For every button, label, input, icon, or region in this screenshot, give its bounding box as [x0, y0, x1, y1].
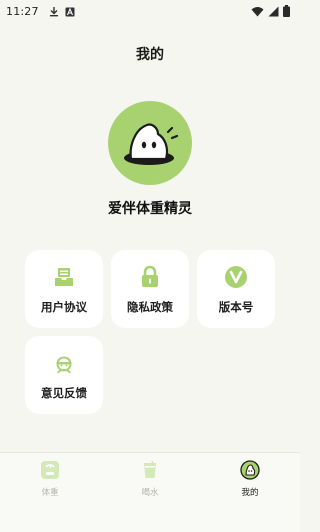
signal-icon	[268, 2, 279, 21]
ghost-mascot-icon	[108, 101, 192, 185]
tab-mine-label: 我的	[241, 488, 259, 498]
battery-icon	[283, 2, 290, 21]
user-agreement-label: 用户协议	[41, 300, 87, 314]
page-title: 我的	[136, 47, 164, 63]
wifi-icon	[251, 2, 264, 21]
version-label: 版本号	[218, 300, 254, 314]
tab-water[interactable]: 喝水	[100, 453, 200, 532]
tab-mine[interactable]: 我的	[200, 453, 300, 532]
version-v-icon	[224, 264, 248, 290]
a-badge-icon	[65, 2, 75, 21]
feedback-card[interactable]: 意见反馈	[25, 336, 103, 414]
bottom-tab-bar: 体重 喝水 我的	[0, 452, 300, 532]
feedback-label: 意见反馈	[41, 386, 87, 400]
tab-weight-label: 体重	[41, 488, 59, 498]
download-icon	[49, 2, 59, 21]
status-time: 11:27	[6, 4, 39, 18]
feedback-person-icon	[52, 350, 76, 376]
version-card[interactable]: 版本号	[197, 250, 275, 328]
profile-icon	[240, 460, 260, 484]
scale-icon	[40, 460, 60, 484]
privacy-policy-label: 隐私政策	[127, 300, 173, 314]
status-bar: 11:27	[0, 0, 300, 22]
water-cup-icon	[140, 460, 160, 484]
user-agreement-card[interactable]: 用户协议	[25, 250, 103, 328]
lock-icon	[139, 264, 161, 290]
privacy-policy-card[interactable]: 隐私政策	[111, 250, 189, 328]
tab-weight[interactable]: 体重	[0, 453, 100, 532]
document-tray-icon	[53, 264, 75, 290]
tab-water-label: 喝水	[141, 488, 159, 498]
app-name: 爱伴体重精灵	[108, 201, 192, 217]
avatar	[108, 101, 192, 185]
